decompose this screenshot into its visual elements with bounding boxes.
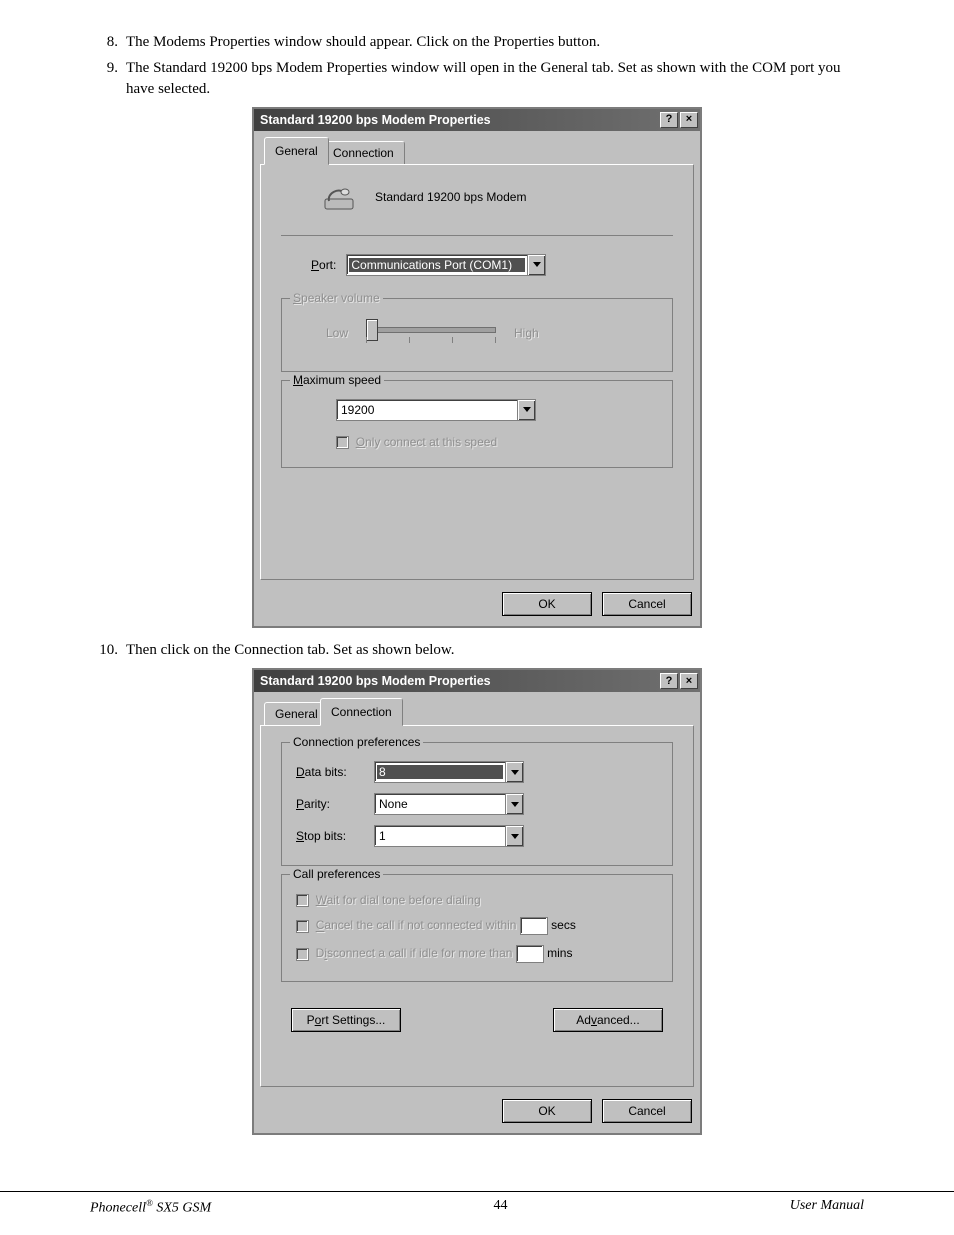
wait-dialtone-checkbox[interactable] [296, 894, 309, 907]
stopbits-label: Stop bits: [296, 829, 360, 843]
connection-preferences-group: Connection preferences Data bits: 8 Pari… [281, 742, 673, 866]
step8-text: The Modems Properties window should appe… [126, 32, 864, 52]
max-speed-value: 19200 [337, 403, 517, 417]
stopbits-value: 1 [375, 829, 505, 843]
dropdown-arrow-icon [517, 400, 535, 420]
modem-properties-dialog-connection: Standard 19200 bps Modem Properties ? × … [252, 668, 702, 1135]
wait-dialtone-label: Wait for dial tone before dialing [312, 893, 480, 907]
help-button[interactable]: ? [660, 112, 678, 128]
speaker-legend: Speaker volume [290, 291, 383, 305]
callprefs-legend: Call preferences [290, 867, 383, 881]
modem-icon [321, 179, 357, 215]
cancel-call-seconds-input[interactable] [520, 917, 548, 935]
port-label: Port: [311, 258, 343, 272]
port-value: Communications Port (COM1) [349, 258, 525, 272]
modem-properties-dialog-general: Standard 19200 bps Modem Properties ? × … [252, 107, 702, 628]
step8-num: 8. [90, 32, 126, 52]
disconnect-idle-label: Disconnect a call if idle for more than [312, 947, 512, 961]
tab-connection[interactable]: Connection [320, 698, 403, 726]
only-connect-label: Only connect at this speed [352, 435, 497, 449]
step-10: 10. Then click on the Connection tab. Se… [90, 640, 864, 660]
dropdown-arrow-icon [527, 255, 545, 275]
speaker-high-label: High [514, 326, 539, 340]
step10-num: 10. [90, 640, 126, 660]
close-button[interactable]: × [680, 112, 698, 128]
port-settings-button[interactable]: Port Settings... [291, 1008, 401, 1032]
dropdown-arrow-icon [505, 794, 523, 814]
tab-general[interactable]: General [264, 137, 329, 165]
titlebar[interactable]: Standard 19200 bps Modem Properties ? × [254, 109, 700, 131]
maxspeed-legend: Maximum speed [290, 373, 384, 387]
parity-value: None [375, 797, 505, 811]
parity-label: Parity: [296, 797, 360, 811]
dialog-title: Standard 19200 bps Modem Properties [260, 113, 658, 127]
cancel-button[interactable]: Cancel [602, 1099, 692, 1123]
disconnect-idle-checkbox[interactable] [296, 948, 309, 961]
connprefs-legend: Connection preferences [290, 735, 423, 749]
step-8: 8. The Modems Properties window should a… [90, 32, 864, 52]
secs-label: secs [551, 919, 576, 933]
port-combo[interactable]: Communications Port (COM1) [346, 254, 546, 276]
ok-button[interactable]: OK [502, 1099, 592, 1123]
tab-connection-label: Connection [333, 146, 394, 160]
tab-general[interactable]: General [264, 702, 329, 726]
close-button[interactable]: × [680, 673, 698, 689]
databits-value: 8 [377, 765, 503, 779]
tab-connection-label: Connection [331, 705, 392, 719]
tab-connection[interactable]: Connection [322, 141, 405, 165]
only-connect-checkbox[interactable] [336, 436, 349, 449]
dropdown-arrow-icon [505, 826, 523, 846]
tab-general-label: General [275, 707, 318, 721]
step9-text: The Standard 19200 bps Modem Properties … [126, 58, 864, 99]
dropdown-arrow-icon [505, 762, 523, 782]
titlebar[interactable]: Standard 19200 bps Modem Properties ? × [254, 670, 700, 692]
modem-name: Standard 19200 bps Modem [375, 190, 526, 204]
databits-label: Data bits: [296, 765, 360, 779]
speaker-volume-group: Speaker volume Low High [281, 298, 673, 372]
disconnect-idle-mins-input[interactable] [516, 945, 544, 963]
cancel-button[interactable]: Cancel [602, 592, 692, 616]
page-number: 44 [493, 1198, 507, 1217]
footer-left: Phonecell® SX5 GSM [90, 1198, 211, 1217]
step10-text: Then click on the Connection tab. Set as… [126, 640, 864, 660]
ok-button[interactable]: OK [502, 592, 592, 616]
speaker-volume-slider[interactable] [366, 321, 496, 345]
cancel-call-label: Cancel the call if not connected within [312, 919, 516, 933]
parity-combo[interactable]: None [374, 793, 524, 815]
max-speed-group: Maximum speed 19200 Only connect at this… [281, 380, 673, 468]
databits-combo[interactable]: 8 [374, 761, 524, 783]
step9-num: 9. [90, 58, 126, 99]
call-preferences-group: Call preferences Wait for dial tone befo… [281, 874, 673, 982]
stopbits-combo[interactable]: 1 [374, 825, 524, 847]
page-footer: Phonecell® SX5 GSM 44 User Manual [0, 1191, 954, 1217]
speaker-low-label: Low [326, 326, 348, 340]
cancel-call-checkbox[interactable] [296, 920, 309, 933]
tab-general-label: General [275, 144, 318, 158]
max-speed-combo[interactable]: 19200 [336, 399, 536, 421]
dialog-title: Standard 19200 bps Modem Properties [260, 674, 658, 688]
mins-label: mins [547, 947, 572, 961]
step-9: 9. The Standard 19200 bps Modem Properti… [90, 58, 864, 99]
advanced-button[interactable]: Advanced... [553, 1008, 663, 1032]
footer-right: User Manual [790, 1198, 864, 1217]
help-button[interactable]: ? [660, 673, 678, 689]
